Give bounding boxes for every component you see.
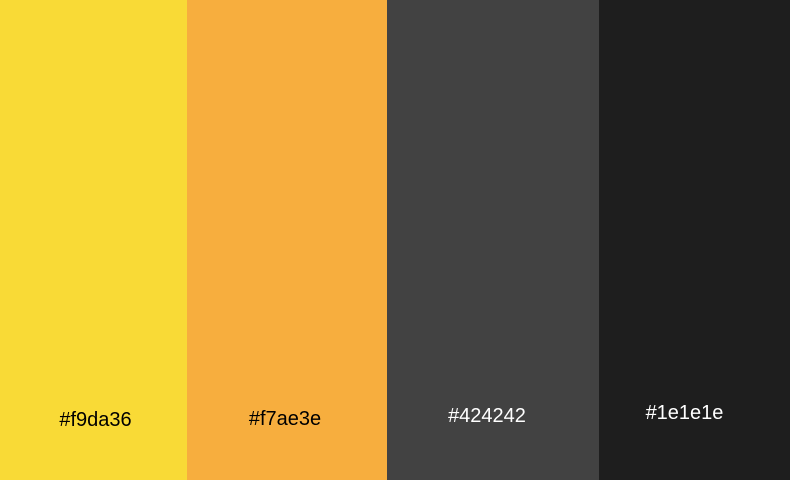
swatch-hex-label: #f9da36: [59, 409, 132, 431]
color-swatch-3[interactable]: #424242: [387, 0, 599, 480]
color-swatch-4[interactable]: #1e1e1e: [599, 0, 790, 480]
color-palette: #f9da36 #f7ae3e #424242 #1e1e1e: [0, 0, 790, 480]
color-swatch-2[interactable]: #f7ae3e: [187, 0, 387, 480]
color-swatch-1[interactable]: #f9da36: [0, 0, 187, 480]
swatch-hex-label: #1e1e1e: [645, 402, 724, 424]
swatch-hex-label: #424242: [448, 405, 526, 427]
swatch-hex-label: #f7ae3e: [248, 408, 322, 430]
